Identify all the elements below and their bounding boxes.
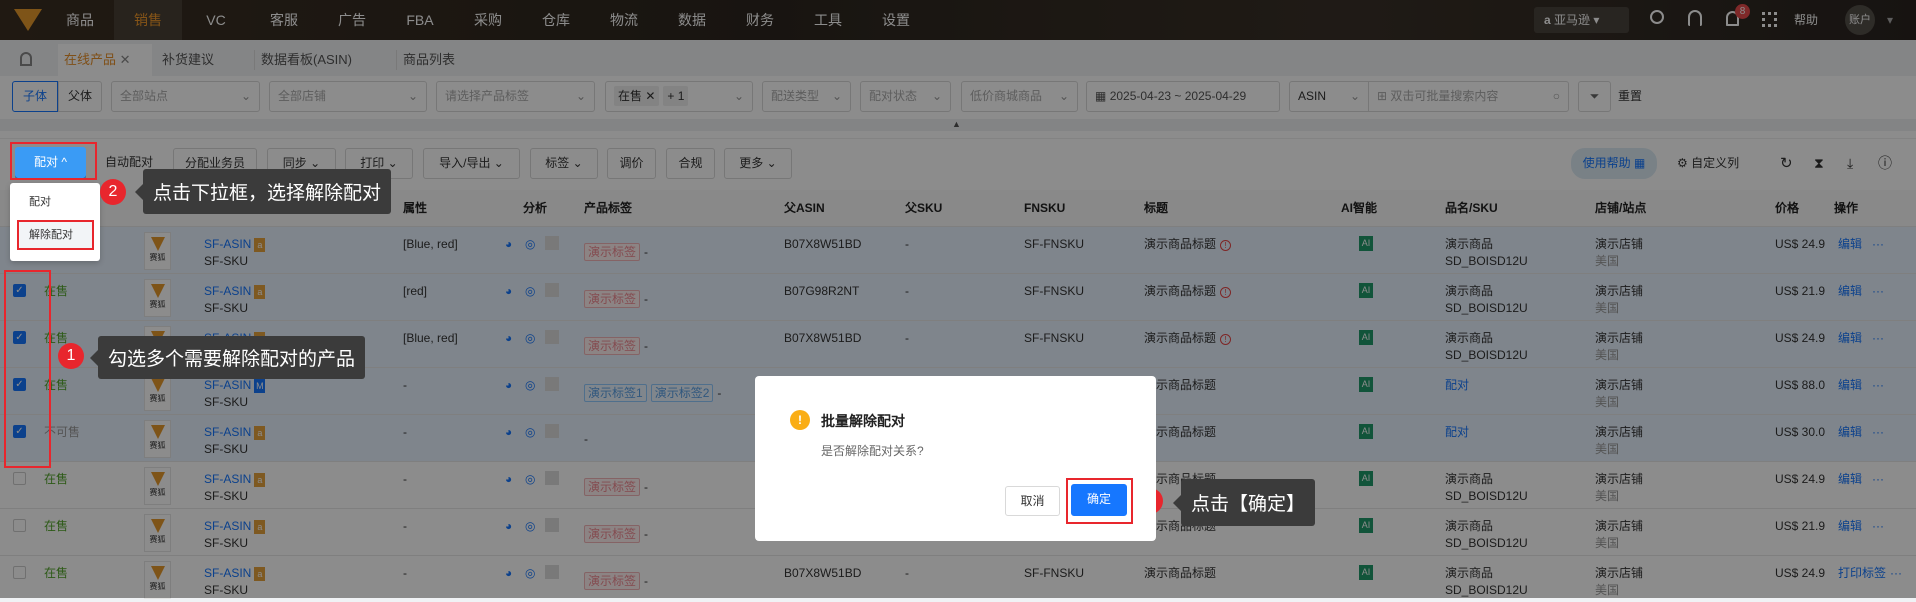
warning-icon: ! — [790, 410, 810, 430]
menu-item-pair[interactable]: 配对 — [29, 193, 51, 209]
checkbox-selection-highlight — [4, 270, 51, 468]
step-1-tooltip: 勾选多个需要解除配对的产品 — [89, 336, 366, 379]
pair-dropdown-menu: 配对 解除配对 — [10, 183, 100, 261]
step-2-tooltip: 点击下拉框，选择解除配对 — [134, 169, 392, 214]
confirm-button[interactable]: 确定 — [1071, 484, 1127, 516]
step-2-marker: 2 — [100, 179, 126, 205]
dialog-title: 批量解除配对 — [821, 413, 905, 429]
menu-item-unpair[interactable]: 解除配对 — [17, 220, 94, 250]
step-3-tooltip: 点击【确定】 — [1172, 479, 1316, 526]
cancel-button[interactable]: 取消 — [1005, 486, 1060, 516]
dialog-message: 是否解除配对关系? — [821, 444, 924, 458]
step-1-marker: 1 — [58, 343, 84, 369]
unpair-confirm-dialog: ! 批量解除配对 是否解除配对关系? 取消 确定 — [755, 376, 1156, 541]
pair-dropdown-button-active[interactable]: 配对 ^ — [15, 147, 86, 178]
